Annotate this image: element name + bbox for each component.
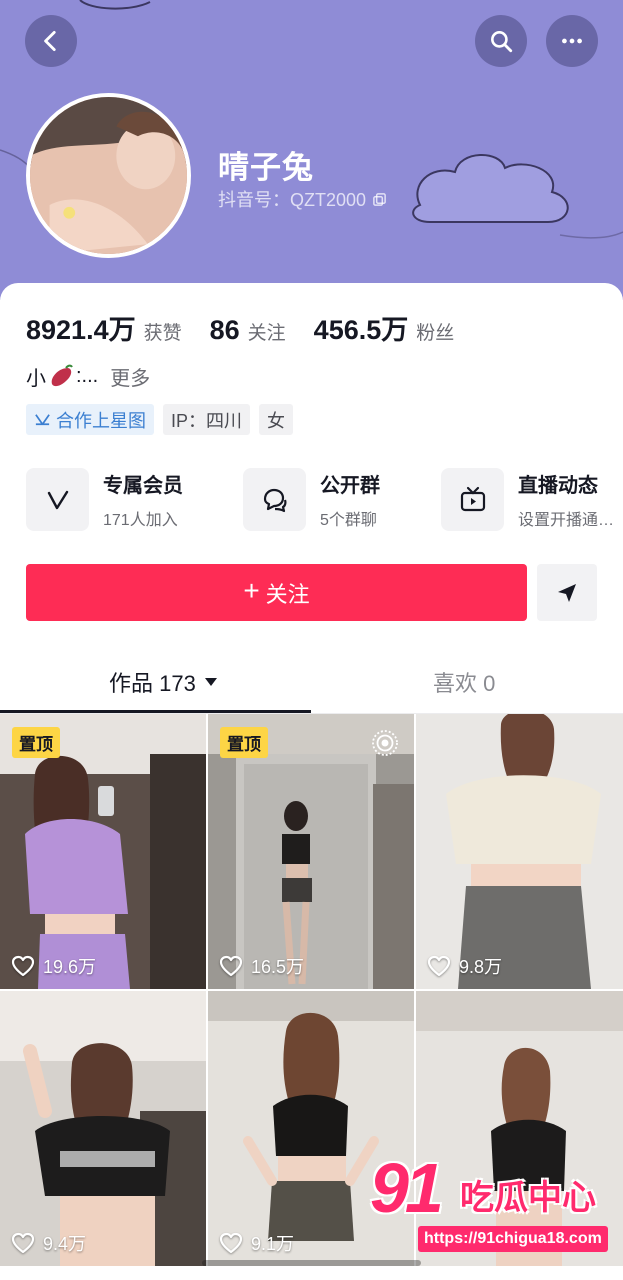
avatar-photo [30,97,187,254]
feature-title: 专属会员 [103,475,183,497]
follow-label: 关注 [265,581,310,607]
video-tile[interactable]: 9.4万 [0,991,206,1266]
feature-membership[interactable]: 专属会员 171人加入 [26,468,183,531]
tv-live-icon [460,486,485,511]
more-horizontal-icon [562,38,582,44]
heart-icon [427,955,451,977]
group-chat-icon [263,488,286,512]
watermark-logo: 91 [370,1149,444,1227]
likes-count: 9.1万 [251,1234,295,1254]
stat-label: 获赞 [143,323,182,344]
stat-followers[interactable]: 456.5万 粉丝 [314,308,455,347]
video-likes: 16.5万 [219,953,304,979]
tag-label: 女 [267,410,286,431]
profile-header: 晴子兔 抖音号：QZT2000 [0,0,623,300]
video-thumbnail [416,714,623,989]
profile-tags: 合作上星图 IP：四川 女 [26,404,294,435]
heart-icon [11,955,35,977]
live-photo-icon [372,730,398,756]
stat-value: 8921.4万 [26,315,136,345]
stat-label: 粉丝 [416,323,455,344]
video-likes: 9.1万 [219,1230,294,1256]
video-thumbnail [0,991,206,1266]
follow-button[interactable]: + 关注 [26,564,527,621]
bio-more-link[interactable]: 更多 [110,362,150,391]
pinned-badge: 置顶 [12,727,60,758]
feature-icon-box [26,468,89,531]
profile-name: 晴子兔 [218,150,314,185]
douyin-id-text: 抖音号：QZT2000 [218,190,367,210]
back-button[interactable] [25,15,77,67]
stat-label: 关注 [247,323,286,344]
more-button[interactable] [546,15,598,67]
bio-prefix: 小 [26,368,46,390]
likes-count: 16.5万 [251,957,305,977]
tab-likes[interactable]: 喜欢 0 [433,666,495,698]
feature-icon-box [441,468,504,531]
stat-likes[interactable]: 8921.4万 获赞 [26,308,182,347]
chevron-left-icon [44,30,56,52]
bio-suffix: :... [76,365,99,387]
heart-icon [219,1232,243,1254]
tab-label: 作品 173 [109,671,196,696]
pinned-badge: 置顶 [220,727,268,758]
feature-title: 直播动态 [518,475,598,497]
site-watermark: 91 吃瓜中心 https://91chigua18.com [370,1148,618,1258]
heart-icon [219,955,243,977]
feature-icon-box [243,468,306,531]
home-indicator[interactable] [202,1260,421,1266]
likes-count: 19.6万 [43,957,97,977]
send-message-icon [558,583,576,602]
stats-row: 8921.4万 获赞 86 关注 456.5万 粉丝 [26,308,482,347]
douyin-id[interactable]: 抖音号：QZT2000 [218,186,387,212]
tag-label: IP：四川 [171,410,243,431]
tag-label: 合作上星图 [56,410,146,431]
stat-following[interactable]: 86 关注 [210,315,286,346]
feature-subtitle: 5个群聊 [320,512,377,529]
tag-ip-location: IP：四川 [163,404,251,435]
copy-icon[interactable] [372,192,387,207]
feature-title: 公开群 [320,475,380,497]
star-map-icon [35,414,50,426]
bio[interactable]: 小 :... 更多 [26,362,150,391]
video-tile[interactable]: 9.8万 [416,714,623,989]
tab-works[interactable]: 作品 173 [109,666,218,698]
content-tabs: 作品 173 喜欢 0 [0,652,623,714]
stat-value: 456.5万 [313,315,409,345]
avatar[interactable] [26,93,191,258]
search-button[interactable] [475,15,527,67]
plus-icon: + [243,575,260,606]
search-icon [491,31,513,53]
video-likes: 9.8万 [427,953,502,979]
tag-star-map[interactable]: 合作上星图 [26,404,154,435]
feature-live-updates[interactable]: 直播动态 设置开播通… [441,468,614,531]
heart-icon [11,1232,35,1254]
video-tile[interactable]: 置顶 16.5万 [208,714,414,989]
feature-subtitle: 171人加入 [103,512,178,529]
sweet-potato-icon [51,364,73,386]
vip-v-icon [47,490,68,509]
video-likes: 9.4万 [11,1230,86,1256]
likes-count: 9.4万 [43,1234,87,1254]
video-likes: 19.6万 [11,953,96,979]
caret-down-icon [204,678,217,686]
stat-value: 86 [209,315,240,345]
feature-public-group[interactable]: 公开群 5个群聊 [243,468,380,531]
feature-subtitle: 设置开播通… [518,512,615,529]
likes-count: 9.8万 [459,957,503,977]
watermark-url: https://91chigua18.com [418,1226,608,1252]
tag-gender: 女 [259,404,294,435]
send-message-button[interactable] [537,564,597,621]
watermark-name: 吃瓜中心 [460,1179,596,1217]
tab-label: 喜欢 0 [433,671,496,696]
video-tile[interactable]: 置顶 19.6万 [0,714,206,989]
